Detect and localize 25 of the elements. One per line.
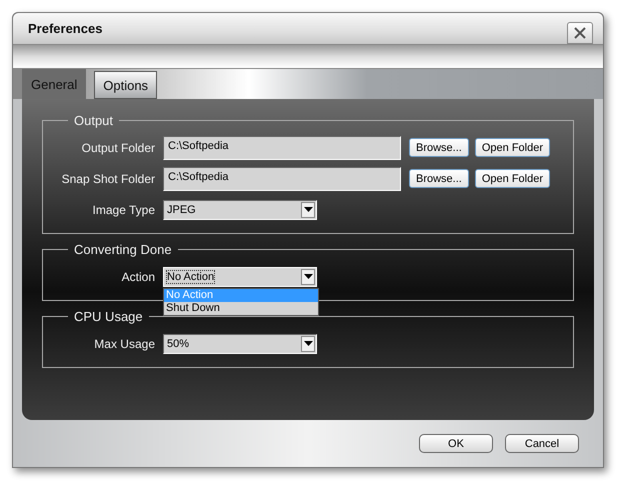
- dialog-button[interactable]: Cancel: [505, 434, 579, 453]
- dropdown-option[interactable]: Shut Down: [164, 302, 318, 314]
- field-label: Action: [120, 270, 155, 284]
- field-label: Output Folder: [80, 140, 155, 154]
- dialog-button[interactable]: OK: [419, 434, 493, 453]
- dropdown-field[interactable]: JPEG: [163, 200, 317, 220]
- dropdown-field[interactable]: No Action: [163, 266, 317, 286]
- group-title: CPU Usage: [73, 309, 144, 324]
- path-field[interactable]: C:\Softpedia: [163, 166, 401, 190]
- group-title: Output: [73, 113, 114, 128]
- path-field[interactable]: C:\Softpedia: [163, 136, 401, 160]
- dropdown-field[interactable]: 50%: [163, 334, 317, 354]
- group-title: Converting Done: [73, 242, 173, 257]
- field-label: Snap Shot Folder: [60, 172, 155, 186]
- field-label: Image Type: [92, 202, 155, 216]
- tab[interactable]: General: [22, 69, 86, 99]
- folder-button[interactable]: Browse...: [409, 169, 469, 188]
- folder-button[interactable]: Open Folder: [474, 138, 550, 157]
- folder-button[interactable]: Open Folder: [474, 169, 550, 188]
- close-button[interactable]: [567, 22, 593, 44]
- close-icon: [573, 27, 587, 39]
- folder-button[interactable]: Browse...: [409, 138, 469, 157]
- field-label: Max Usage: [93, 336, 155, 350]
- window-title: Preferences: [28, 21, 102, 36]
- tab[interactable]: Options: [94, 71, 158, 99]
